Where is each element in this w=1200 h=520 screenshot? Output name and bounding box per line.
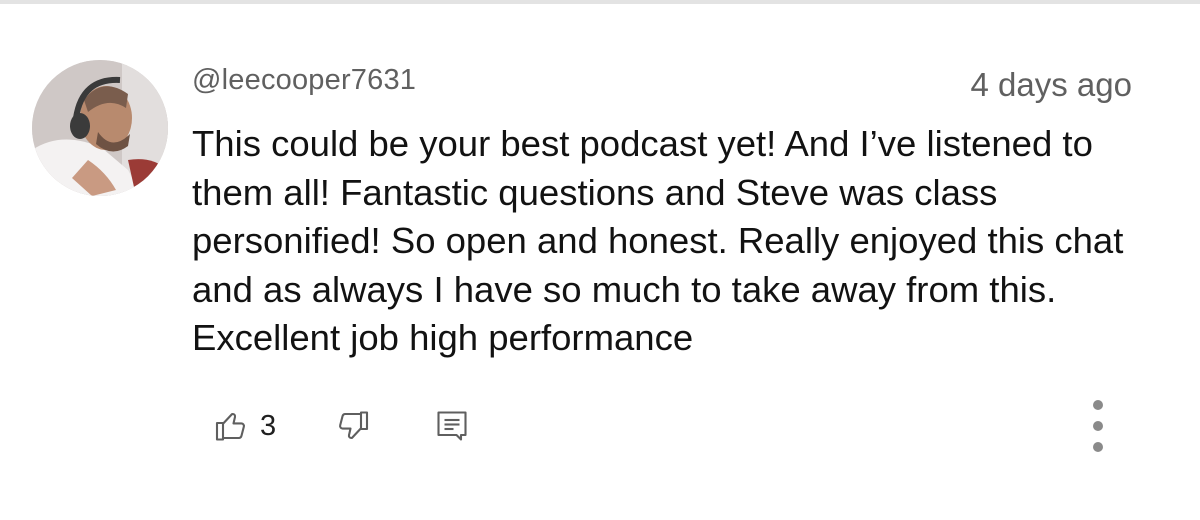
comment-actions: 3 xyxy=(210,404,474,448)
top-divider xyxy=(0,0,1200,4)
more-options-button[interactable] xyxy=(1086,400,1110,452)
thumbs-down-icon xyxy=(339,411,369,440)
like-count: 3 xyxy=(260,409,277,442)
thumbs-up-icon xyxy=(215,412,245,441)
more-vertical-icon xyxy=(1093,400,1103,410)
more-vertical-icon-dot xyxy=(1093,421,1103,431)
like-button[interactable] xyxy=(210,404,254,448)
avatar-photo xyxy=(32,60,168,196)
comment-timestamp: 4 days ago xyxy=(970,66,1132,103)
reply-icon xyxy=(437,411,467,441)
comment-username[interactable]: @leecooper7631 xyxy=(192,64,416,97)
more-vertical-icon-dot xyxy=(1093,442,1103,452)
avatar[interactable] xyxy=(32,60,168,196)
comment-body: This could be your best podcast yet! And… xyxy=(192,123,1124,358)
dislike-button[interactable] xyxy=(330,404,374,448)
reply-button[interactable] xyxy=(430,404,474,448)
